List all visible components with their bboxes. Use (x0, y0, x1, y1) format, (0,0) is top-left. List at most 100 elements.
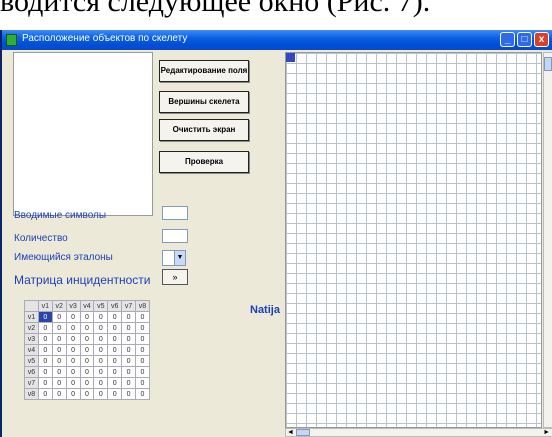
matrix-cell[interactable]: 0 (135, 366, 150, 378)
matrix-cell[interactable]: 0 (79, 333, 95, 345)
matrix-cell[interactable]: 0 (37, 344, 53, 356)
matrix-cell[interactable]: 0 (135, 355, 150, 367)
quantity-field[interactable] (162, 229, 188, 243)
matrix-cell[interactable]: 0 (107, 333, 123, 345)
matrix-go-button[interactable]: » (162, 269, 188, 285)
matrix-cell[interactable]: 0 (121, 344, 136, 356)
matrix-cell[interactable]: 0 (51, 322, 67, 334)
matrix-cell[interactable]: 0 (65, 366, 81, 378)
matrix-cell[interactable]: 0 (93, 366, 109, 378)
matrix-cell[interactable]: 0 (107, 311, 123, 323)
templates-dropdown[interactable]: ▼ (162, 250, 186, 266)
matrix-cell[interactable]: 0 (51, 333, 67, 345)
edit-field-button[interactable]: Редактирование поля (159, 60, 249, 82)
scroll-left-icon[interactable]: ◄ (287, 429, 294, 436)
input-symbols-field[interactable] (162, 206, 188, 220)
matrix-cell[interactable]: 0 (121, 322, 136, 334)
matrix-cell[interactable]: 0 (121, 366, 136, 378)
vertical-scroll-thumb[interactable] (544, 57, 552, 71)
matrix-cell[interactable]: 0 (51, 388, 67, 400)
matrix-cell[interactable]: 0 (65, 388, 81, 400)
horizontal-scroll-thumb[interactable] (296, 429, 310, 436)
matrix-cell[interactable]: 0 (65, 322, 81, 334)
matrix-column-header: v5 (93, 300, 109, 312)
matrix-cell[interactable]: 0 (135, 344, 150, 356)
matrix-column-header: v4 (79, 300, 95, 312)
chevron-down-icon[interactable]: ▼ (174, 251, 185, 265)
matrix-cell[interactable]: 0 (121, 333, 136, 345)
matrix-cell[interactable]: 0 (135, 333, 150, 345)
matrix-row-header: v6 (24, 366, 39, 378)
matrix-row: v4 0 0 0 0 0 0 0 0 (24, 344, 150, 356)
incidence-matrix-table[interactable]: v1 v2 v3 v4 v5 v6 v7 v8 v1 0 0 0 0 0 0 0 0 v2 0 0 0 0 0 0 0 0 v3 0 0… (24, 300, 150, 400)
matrix-cell[interactable]: 0 (135, 322, 150, 334)
matrix-cell[interactable]: 0 (65, 333, 81, 345)
existing-templates-label: Имеющийся эталоны (14, 252, 113, 263)
matrix-cell[interactable]: 0 (107, 322, 123, 334)
matrix-cell[interactable]: 0 (93, 355, 109, 367)
matrix-cell[interactable]: 0 (121, 388, 136, 400)
clear-screen-button[interactable]: Очистить экран (159, 119, 249, 141)
check-button[interactable]: Проверка (159, 151, 249, 173)
matrix-cell[interactable]: 0 (121, 355, 136, 367)
matrix-cell[interactable]: 0 (65, 344, 81, 356)
matrix-cell[interactable]: 0 (37, 388, 53, 400)
matrix-cell[interactable]: 0 (93, 388, 109, 400)
app-icon (6, 34, 17, 46)
matrix-cell[interactable]: 0 (79, 355, 95, 367)
matrix-cell[interactable]: 0 (37, 377, 53, 389)
minimize-button[interactable]: _ (500, 32, 515, 47)
matrix-row: v5 0 0 0 0 0 0 0 0 (24, 355, 150, 367)
skeleton-vertices-button[interactable]: Вершины скелета (159, 91, 249, 113)
matrix-cell[interactable]: 0 (107, 355, 123, 367)
matrix-cell[interactable]: 0 (37, 366, 53, 378)
vertical-scrollbar[interactable] (543, 52, 552, 428)
matrix-row: v7 0 0 0 0 0 0 0 0 (24, 377, 150, 389)
matrix-cell[interactable]: 0 (79, 344, 95, 356)
matrix-cell[interactable]: 0 (51, 311, 67, 323)
matrix-cell[interactable]: 0 (51, 366, 67, 378)
maximize-button[interactable]: □ (517, 32, 532, 47)
title-bar[interactable]: Расположение объектов по скелету _ □ x (2, 30, 552, 50)
matrix-cell[interactable]: 0 (93, 377, 109, 389)
matrix-row-header: v4 (24, 344, 39, 356)
matrix-cell[interactable]: 0 (79, 377, 95, 389)
matrix-cell[interactable]: 0 (79, 322, 95, 334)
matrix-cell[interactable]: 0 (79, 311, 95, 323)
matrix-cell[interactable]: 0 (121, 311, 136, 323)
matrix-cell[interactable]: 0 (135, 377, 150, 389)
matrix-row-header: v8 (24, 388, 39, 400)
matrix-cell[interactable]: 0 (51, 355, 67, 367)
matrix-cell[interactable]: 0 (93, 322, 109, 334)
matrix-cell[interactable]: 0 (79, 388, 95, 400)
matrix-cell[interactable]: 0 (37, 322, 53, 334)
matrix-cell[interactable]: 0 (65, 355, 81, 367)
matrix-cell[interactable]: 0 (37, 311, 53, 323)
horizontal-scrollbar[interactable]: ◄ ► (285, 428, 552, 437)
matrix-row-header: v3 (24, 333, 39, 345)
matrix-cell[interactable]: 0 (135, 311, 150, 323)
matrix-cell[interactable]: 0 (65, 377, 81, 389)
matrix-cell[interactable]: 0 (107, 377, 123, 389)
matrix-cell[interactable]: 0 (135, 388, 150, 400)
matrix-cell[interactable]: 0 (93, 333, 109, 345)
matrix-cell[interactable]: 0 (93, 344, 109, 356)
result-label: Natija (250, 304, 280, 316)
matrix-column-header: v2 (51, 300, 67, 312)
matrix-cell[interactable]: 0 (121, 377, 136, 389)
scroll-right-icon[interactable]: ► (543, 429, 550, 436)
close-button[interactable]: x (534, 32, 549, 47)
matrix-cell[interactable]: 0 (93, 311, 109, 323)
matrix-cell[interactable]: 0 (51, 377, 67, 389)
grid-origin-marker (286, 53, 295, 62)
matrix-cell[interactable]: 0 (65, 311, 81, 323)
matrix-cell[interactable]: 0 (37, 355, 53, 367)
matrix-cell[interactable]: 0 (51, 344, 67, 356)
matrix-cell[interactable]: 0 (107, 344, 123, 356)
matrix-cell[interactable]: 0 (107, 388, 123, 400)
matrix-cell[interactable]: 0 (37, 333, 53, 345)
matrix-cell[interactable]: 0 (107, 366, 123, 378)
matrix-row: v2 0 0 0 0 0 0 0 0 (24, 322, 150, 334)
matrix-cell[interactable]: 0 (79, 366, 95, 378)
drawing-grid[interactable] (285, 52, 542, 428)
